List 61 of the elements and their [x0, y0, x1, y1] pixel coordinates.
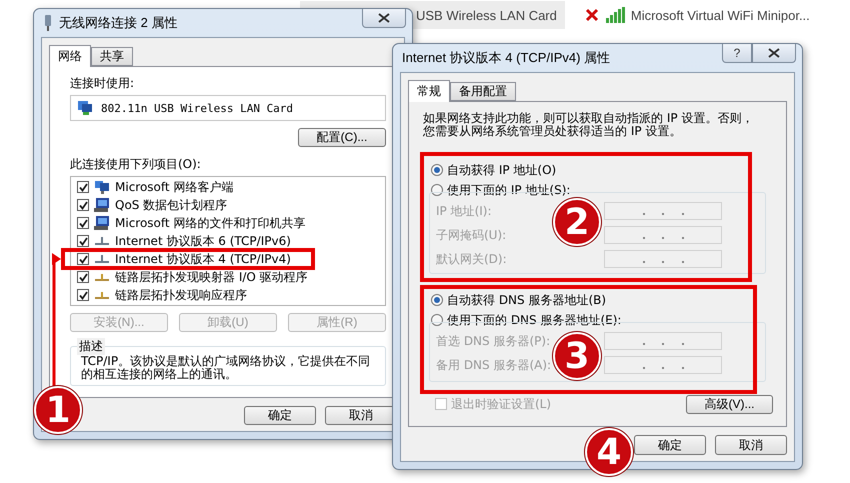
list-item[interactable]: Microsoft 网络客户端	[115, 181, 234, 193]
checkbox[interactable]	[77, 271, 89, 283]
computer-icon	[94, 198, 110, 212]
close-button[interactable]	[752, 44, 796, 63]
close-button[interactable]	[362, 9, 406, 28]
checkbox[interactable]	[77, 181, 89, 193]
configure-button[interactable]: 配置(C)...	[298, 128, 386, 147]
section-label: 此连接使用下列项目(O):	[70, 156, 202, 173]
step-badge: 4	[585, 428, 633, 476]
connection-name: Microsoft Virtual WiFi Minipor...	[630, 8, 810, 22]
checkbox[interactable]	[77, 199, 89, 211]
network-adapter-icon	[77, 100, 93, 116]
list-item[interactable]: Microsoft 网络的文件和打印机共享	[115, 217, 306, 229]
help-button[interactable]: ?	[722, 44, 752, 63]
radio-button[interactable]	[431, 314, 443, 326]
checkbox[interactable]	[77, 235, 89, 247]
field-label: 默认网关(D):	[436, 250, 507, 268]
radio-button[interactable]	[431, 294, 443, 306]
description-text: TCP/IP。该协议是默认的广域网络协议，它提供在不同的相互连接的网络上的通讯。	[81, 355, 372, 381]
field-label: 子网掩码(U):	[436, 226, 506, 244]
checkbox[interactable]	[77, 217, 89, 229]
network-client-icon	[94, 180, 110, 194]
signal-bars-icon	[604, 7, 625, 23]
field-label: IP 地址(I):	[436, 202, 492, 220]
checkbox-label: 退出时验证设置(L)	[451, 396, 552, 412]
adapter-name: 802.11n USB Wireless LAN Card	[101, 102, 294, 114]
field-label: 首选 DNS 服务器(P):	[436, 332, 550, 350]
tab[interactable]: 共享	[91, 47, 133, 66]
close-icon	[378, 13, 390, 23]
field-label: 备用 DNS 服务器(A):	[436, 356, 552, 374]
list-item[interactable]: 链路层拓扑发现响应程序	[115, 289, 247, 301]
dialog-button[interactable]: 确定	[634, 435, 706, 455]
dialog-button[interactable]: 确定	[244, 406, 316, 425]
tab[interactable]: 备用配置	[450, 82, 516, 101]
list-item[interactable]: Internet 协议版本 6 (TCP/IPv6)	[115, 235, 291, 247]
advanced-button[interactable]: 高级(V)...	[686, 394, 773, 414]
protocol-icon	[95, 273, 109, 281]
adapter-icon	[43, 15, 53, 31]
checkbox[interactable]	[77, 253, 89, 265]
protocol-icon	[95, 255, 109, 263]
protocol-icon	[95, 237, 109, 245]
list-item[interactable]: QoS 数据包计划程序	[115, 199, 228, 211]
dialog-button[interactable]: 取消	[715, 435, 787, 455]
intro-text: 如果网络支持此功能，则可以获取自动指派的 IP 设置。否则，您需要从网络系统管理员处获得适当的 IP 设置。	[423, 112, 754, 138]
radio-button[interactable]	[431, 164, 443, 176]
list-item[interactable]: 链路层拓扑发现映射器 I/O 驱动程序	[115, 271, 308, 283]
computer-icon	[94, 216, 110, 230]
connection-name: USB Wireless LAN Card	[416, 8, 557, 22]
option-label: 自动获得 DNS 服务器地址(B)	[447, 292, 606, 308]
tab[interactable]: 常规	[408, 80, 450, 102]
protocol-icon	[95, 291, 109, 299]
tab[interactable]: 网络	[49, 45, 91, 67]
option-label: 自动获得 IP 地址(O)	[447, 162, 556, 178]
list-item[interactable]: Internet 协议版本 4 (TCP/IPv4)	[115, 253, 291, 265]
window-title: 无线网络连接 2 属性	[59, 14, 178, 32]
window-title: Internet 协议版本 4 (TCP/IPv4) 属性	[402, 49, 610, 67]
close-icon	[768, 48, 780, 58]
group-legend: 描述	[77, 338, 105, 355]
radio-button[interactable]	[431, 184, 443, 196]
checkbox[interactable]	[77, 289, 89, 301]
section-label: 连接时使用:	[70, 75, 136, 92]
